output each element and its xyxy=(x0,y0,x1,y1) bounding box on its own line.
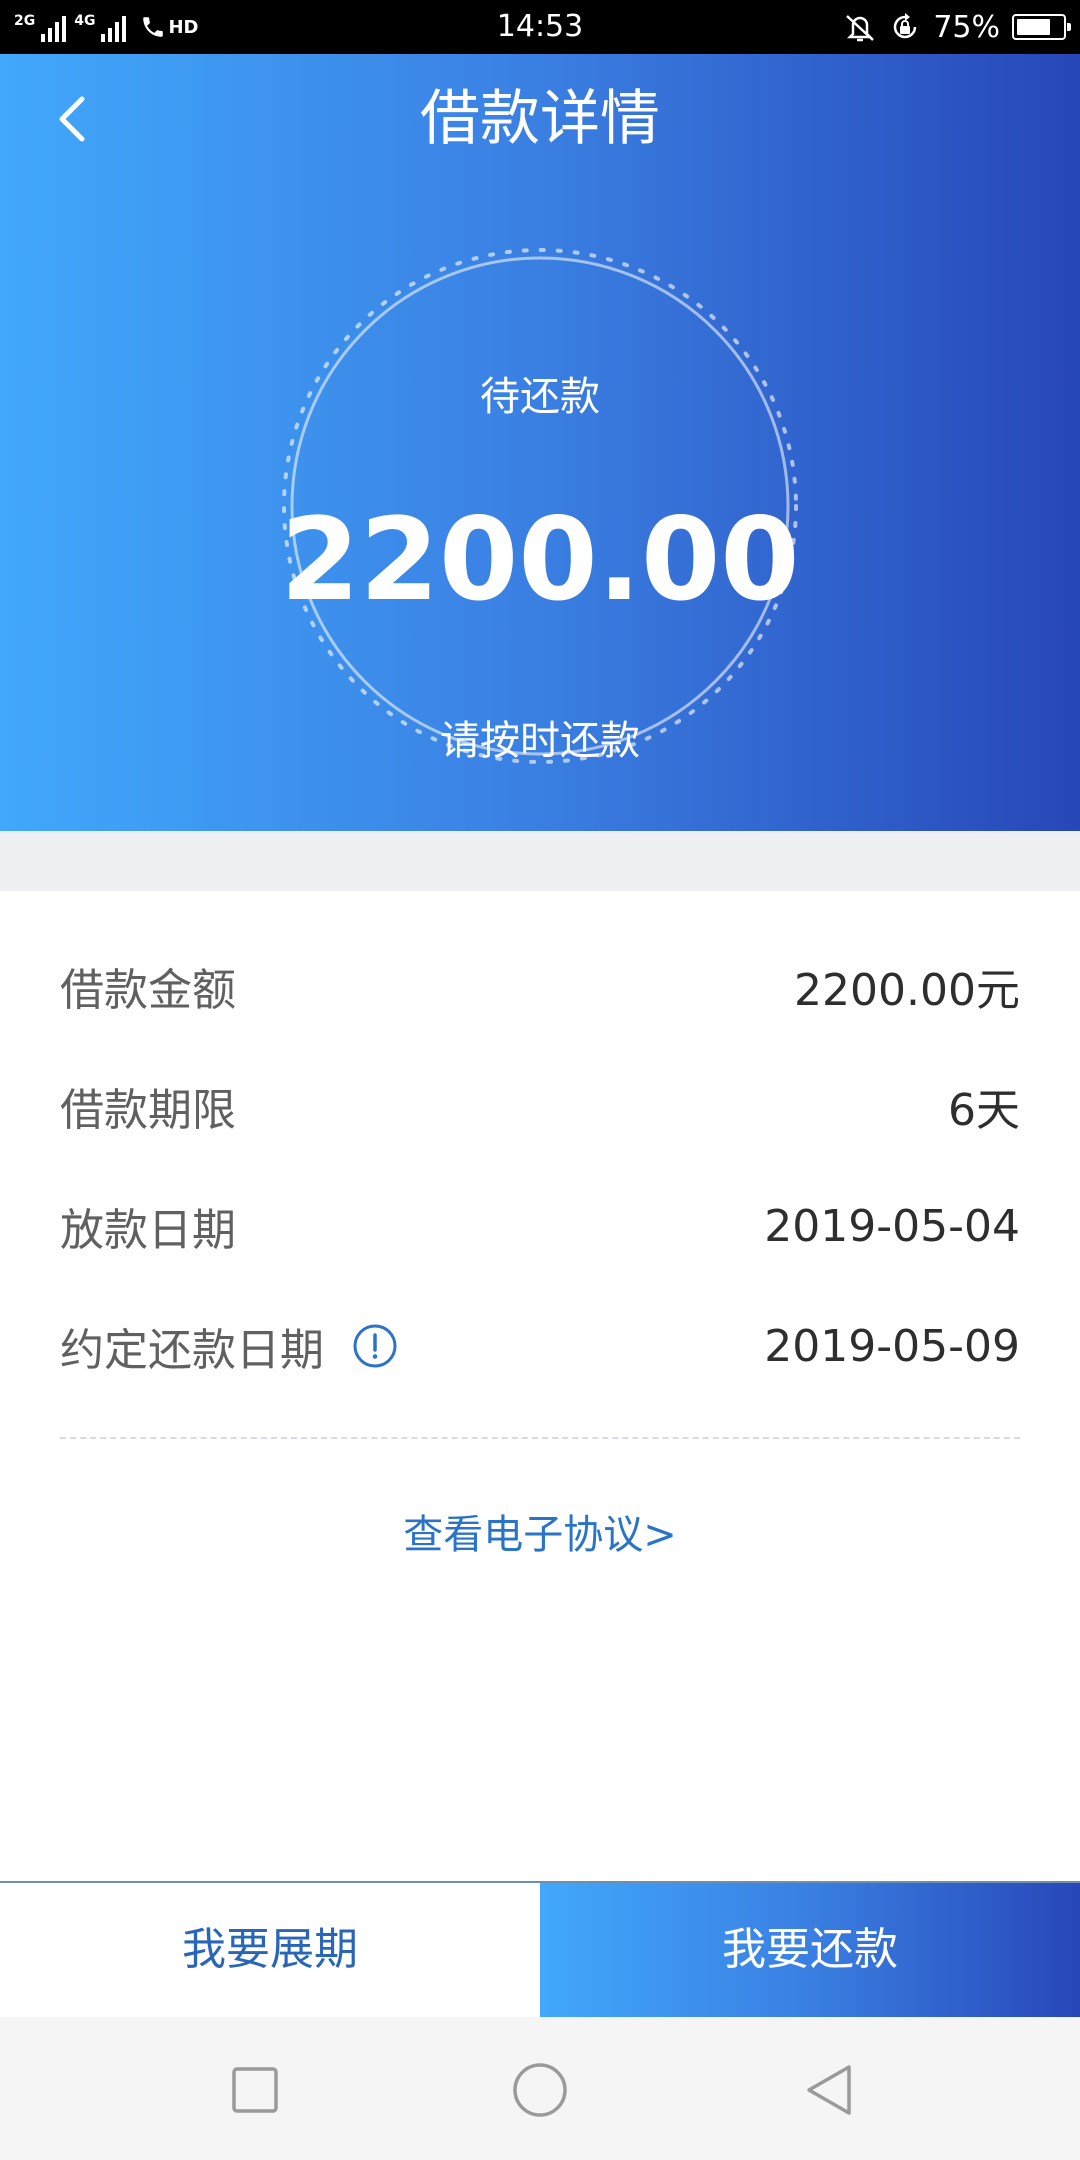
detail-label-with-info: 约定还款日期 xyxy=(60,1314,398,1378)
vibrate-icon xyxy=(846,15,875,42)
detail-label: 借款金额 xyxy=(60,965,236,1016)
detail-value: 2200.00元 xyxy=(794,965,1020,1016)
home-icon xyxy=(513,2063,567,2117)
section-gap xyxy=(0,831,1080,891)
detail-row-amount: 借款金额 2200.00元 xyxy=(60,951,1020,1021)
pending-hint: 请按时还款 xyxy=(440,718,640,764)
detail-value: 2019-05-09 xyxy=(764,1320,1020,1372)
detail-value: 6天 xyxy=(948,1085,1020,1136)
rotation-lock-icon xyxy=(894,13,917,39)
pending-amount: 2200.00 xyxy=(280,493,800,626)
detail-value: 2019-05-04 xyxy=(764,1200,1020,1252)
detail-row-term: 借款期限 6天 xyxy=(60,1071,1020,1141)
home-button[interactable] xyxy=(505,2055,575,2125)
recent-apps-button[interactable] xyxy=(220,2055,290,2125)
battery-icon xyxy=(1012,14,1071,40)
system-back-button[interactable] xyxy=(795,2055,865,2125)
status-bar: 2G 4G HD 14:53 75% xyxy=(0,0,1080,54)
dashed-divider xyxy=(60,1437,1020,1439)
pending-label: 待还款 xyxy=(480,374,600,420)
info-icon[interactable] xyxy=(352,1323,398,1369)
detail-row-disbursement-date: 放款日期 2019-05-04 xyxy=(60,1191,1020,1261)
detail-label: 借款期限 xyxy=(60,1085,236,1136)
back-triangle-icon xyxy=(807,2065,851,2115)
detail-label: 放款日期 xyxy=(60,1205,236,1256)
detail-label: 约定还款日期 xyxy=(60,1325,324,1376)
extend-button[interactable]: 我要展期 xyxy=(0,1883,540,2017)
repayment-summary: 待还款 2200.00 请按时还款 xyxy=(280,246,800,766)
repay-button[interactable]: 我要还款 xyxy=(540,1883,1080,2017)
battery-percent: 75% xyxy=(933,9,1000,45)
status-right: 75% xyxy=(843,0,1071,54)
action-bar: 我要展期 我要还款 xyxy=(0,1881,1080,2017)
page-title: 借款详情 xyxy=(420,84,660,154)
detail-row-due-date: 约定还款日期 2019-05-09 xyxy=(60,1311,1020,1381)
system-nav-bar xyxy=(0,2017,1080,2160)
recent-apps-icon xyxy=(232,2067,278,2113)
header: 借款详情 待还款 2200.00 请按时还款 xyxy=(0,54,1080,831)
view-agreement-link[interactable]: 查看电子协议> xyxy=(0,1505,1080,1565)
battery-fill xyxy=(1017,19,1050,35)
